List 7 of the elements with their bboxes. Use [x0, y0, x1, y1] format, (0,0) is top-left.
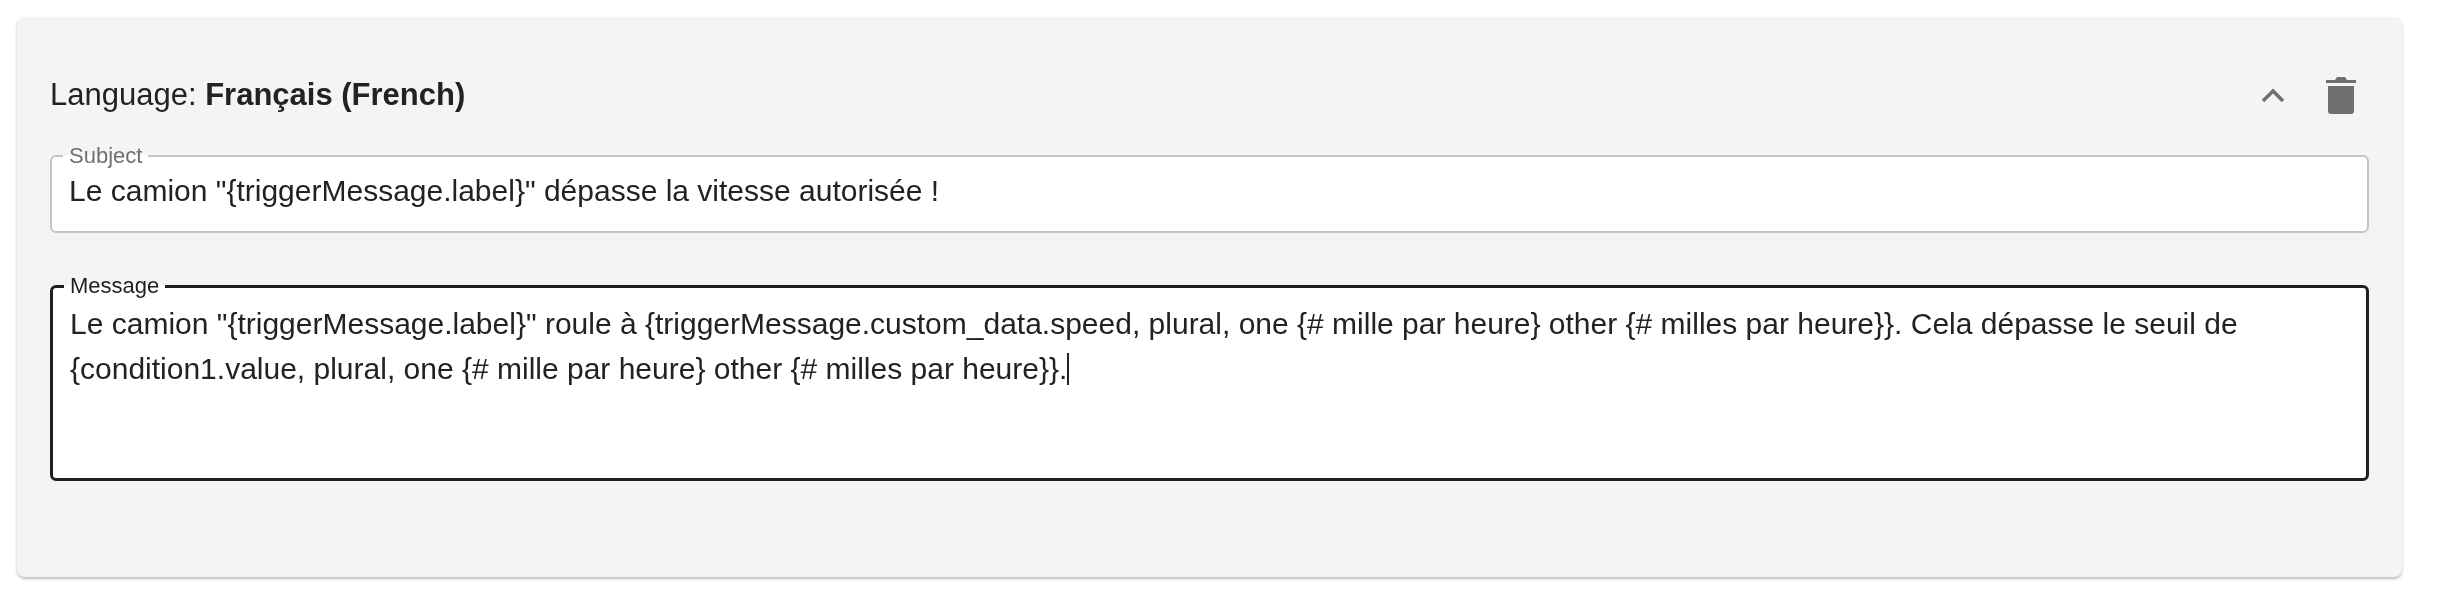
- chevron-up-icon: [2261, 87, 2285, 103]
- field-label: Subject: [68, 145, 144, 167]
- message-field[interactable]: Message Le camion "{triggerMessage.label}" roule à {triggerMessage.custom_data.speed, plural, one {# mille par heure} other {# milles par heure}}. Cela dépasse le seuil de {condition1.value, plural, one {# mille par heure} other {# milles par heure}}.: [50, 275, 2369, 481]
- trash-icon: [2326, 76, 2356, 114]
- field-label: Message: [69, 275, 161, 297]
- language-heading: Language: Français (French): [50, 75, 467, 114]
- subject-field[interactable]: Subject Le camion "{triggerMessage.label}" dépasse la vitesse autorisée !: [50, 145, 2369, 233]
